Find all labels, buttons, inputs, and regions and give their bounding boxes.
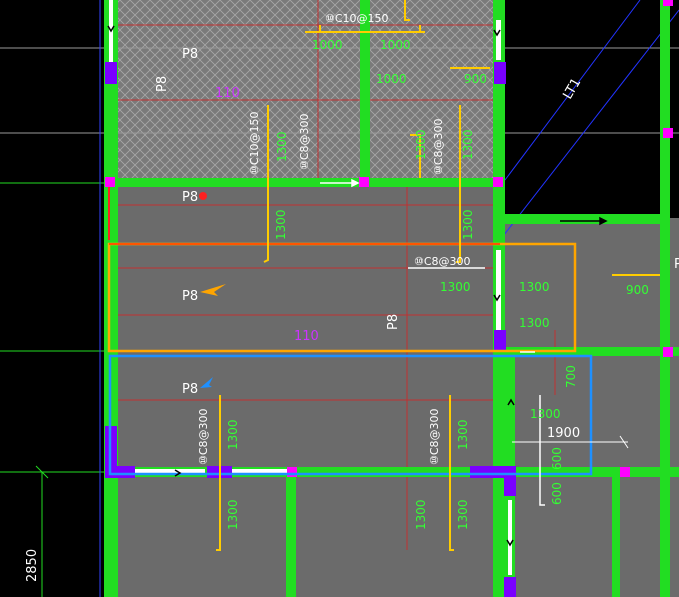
red-dot-marker: [199, 192, 207, 200]
purple-label-110-top: 110: [215, 86, 240, 101]
dim-1000-a: 1000: [312, 38, 343, 52]
slab-label-p8-4: P8: [182, 382, 198, 397]
dim-1300-h4: 1300: [530, 407, 561, 421]
dim-600-a: 600: [550, 447, 564, 470]
dim-1300-b4: 1300: [456, 499, 470, 530]
dim-1300-h1: 1300: [440, 280, 471, 294]
slab-label-p-right: P: [674, 257, 679, 272]
dim-2850: 2850: [25, 549, 40, 582]
cad-drawing: P8 P8 P8 P8 P8 P8 P LT1 2850 1900 110 11…: [0, 0, 679, 597]
dim-1000-c: 1000: [376, 72, 407, 86]
rebar-label-top-c10: ⑩C10@150: [325, 12, 389, 25]
rebar-label-c8-bottom-1: ⑩C8@300: [197, 408, 210, 465]
dim-700: 700: [564, 365, 578, 388]
slab-label-p8-2: P8: [182, 190, 198, 205]
dim-1300-v4: 1300: [461, 129, 475, 160]
dim-1300-h3: 1300: [519, 316, 550, 330]
dim-1300-b3: 1300: [456, 419, 470, 450]
rebar-label-c8-vertical-1: ⑩C8@300: [298, 113, 311, 170]
rebar-label-c8-bottom-2: ⑩C8@300: [428, 408, 441, 465]
dim-1000-b: 1000: [380, 38, 411, 52]
dim-1300-b2: 1300: [226, 499, 240, 530]
dim-1300-v1: 1300: [275, 131, 289, 162]
slab-label-p8-6: P8: [386, 314, 401, 330]
dim-900-b: 900: [626, 283, 649, 297]
purple-label-110-mid: 110: [294, 329, 319, 344]
dim-1300-v2: 1300: [274, 209, 288, 240]
dim-600-b: 600: [550, 482, 564, 505]
dim-900-a: 900: [464, 72, 487, 86]
dim-1300-v3: 1300: [414, 129, 428, 160]
dim-1300-b1: 1300: [226, 419, 240, 450]
dim-1300-h2: 1300: [519, 280, 550, 294]
slab-label-p8-5: P8: [155, 76, 170, 92]
slab-label-p8-1: P8: [182, 47, 198, 62]
dim-1300-b5: 1300: [414, 499, 428, 530]
diag-blue-1: [499, 9, 679, 241]
rebar-label-c8-vertical-2: ⑩C8@300: [432, 118, 445, 175]
cad-svg: P8 P8 P8 P8 P8 P8 P LT1 2850 1900 110 11…: [0, 0, 679, 597]
dim-1300-v5: 1300: [461, 209, 475, 240]
rebar-label-c10-vertical: ⑩C10@150: [248, 111, 261, 175]
slab-label-p8-3: P8: [182, 289, 198, 304]
dim-1900: 1900: [547, 426, 580, 441]
rebar-label-c8-horizontal: ⑩C8@300: [414, 255, 471, 268]
